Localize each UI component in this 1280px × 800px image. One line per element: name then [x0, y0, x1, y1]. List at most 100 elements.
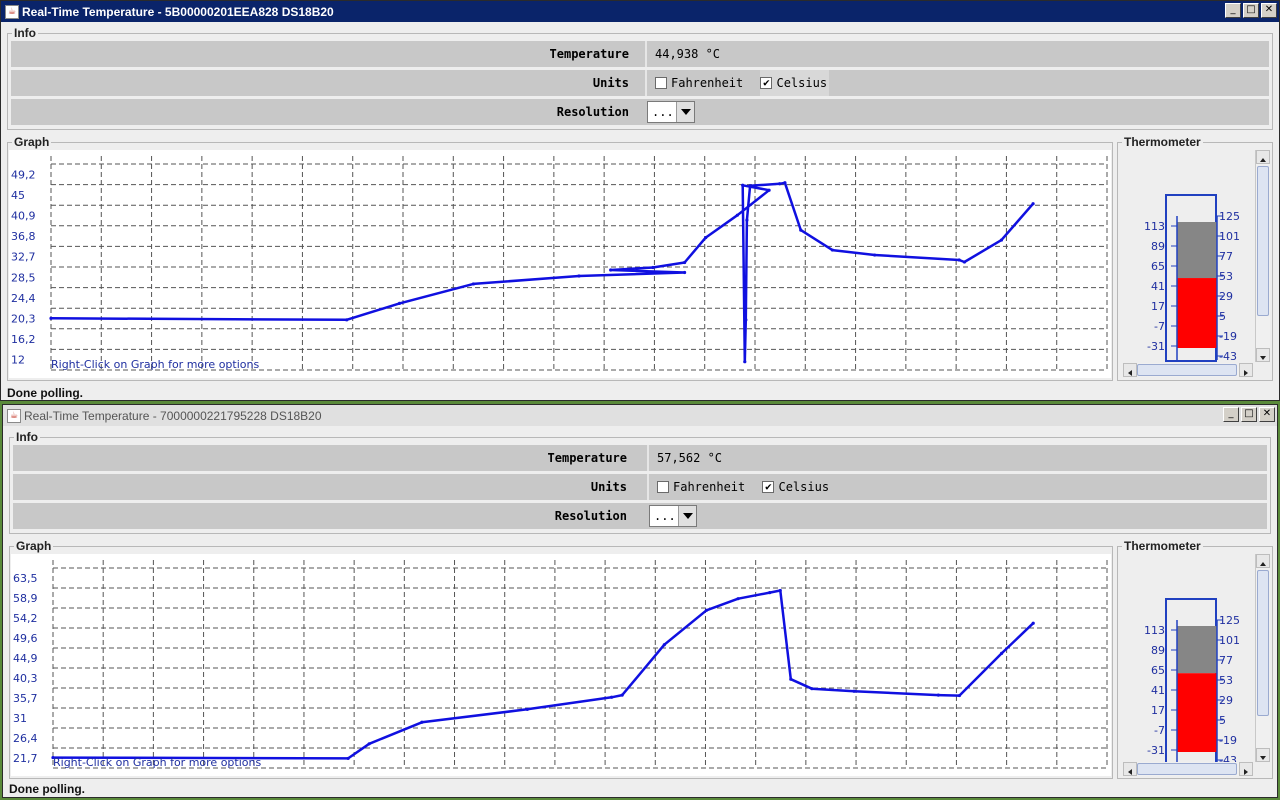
celsius-label: Celsius [776, 76, 828, 90]
thermometer-vscroll[interactable] [1255, 554, 1270, 762]
y-tick-label: 28,5 [11, 271, 36, 284]
thermo-left-tick: -31 [1147, 340, 1165, 353]
temperature-graph[interactable]: 63,5 58,9 54,2 49,6 44,9 40,3 35,7 31 26,4 21,7 Ri… [11, 554, 1111, 776]
temperature-row: Temperature 57,562 °C [13, 445, 1267, 471]
temperature-graph[interactable]: 49,2 45 40,9 36,8 32,7 28,5 24,4 20,3 16,2 12 Righ… [9, 150, 1111, 378]
thermo-right-tick: 29 [1219, 290, 1233, 303]
thermo-left-tick: 65 [1151, 260, 1165, 273]
y-tick-label: 20,3 [11, 313, 36, 326]
thermometer-graphic: 1251017753295-19-4311389654117-7-31-55 [1144, 598, 1240, 777]
resolution-label: Resolution [554, 509, 627, 523]
java-cup-icon: ☕ [5, 4, 19, 19]
y-tick-label: 49,2 [11, 168, 36, 181]
scroll-left-icon[interactable] [1123, 762, 1137, 776]
thermometer-hscroll[interactable] [1123, 762, 1253, 776]
temperature-label: Temperature [549, 47, 629, 61]
celsius-checkbox[interactable]: ✔ [760, 76, 773, 89]
thermometer-vscroll[interactable] [1255, 150, 1270, 362]
title-bar[interactable]: ☕ Real-Time Temperature - 5B00000201EEA8… [1, 1, 1279, 22]
data-point [799, 228, 803, 232]
dropdown-arrow-icon[interactable] [676, 102, 694, 122]
data-point [525, 707, 529, 711]
data-point [1000, 651, 1004, 655]
thermo-left-tick: 89 [1151, 240, 1165, 253]
graph-legend: Graph [16, 539, 52, 553]
graph-area[interactable]: 49,2 45 40,9 36,8 32,7 28,5 24,4 20,3 16,2 12 Righ… [9, 150, 1111, 378]
data-point [999, 238, 1004, 242]
graph-area[interactable]: 63,5 58,9 54,2 49,6 44,9 40,3 35,7 31 26,4 21,7 Ri… [11, 554, 1111, 776]
scroll-down-icon[interactable] [1256, 348, 1270, 362]
scroll-down-icon[interactable] [1256, 748, 1270, 762]
hscroll-thumb[interactable] [1137, 364, 1237, 376]
maximize-icon[interactable]: □ [1243, 3, 1259, 18]
data-point [397, 301, 402, 305]
thermo-right-tick: -43 [1219, 754, 1237, 762]
data-point [741, 183, 745, 187]
resolution-select[interactable]: ... [649, 505, 697, 527]
status-text: Done polling. [9, 782, 85, 796]
scroll-up-icon[interactable] [1256, 554, 1270, 568]
data-point [743, 360, 747, 364]
temperature-window-1: ☕ Real-Time Temperature - 5B00000201EEA8… [0, 0, 1280, 401]
data-point [651, 265, 655, 270]
temperature-series-line [52, 589, 1035, 760]
y-tick-label: 35,7 [13, 692, 38, 705]
data-point [957, 693, 962, 698]
close-icon[interactable]: ✕ [1259, 407, 1275, 422]
minimize-icon[interactable]: _ [1225, 3, 1241, 18]
fahrenheit-checkbox[interactable] [657, 480, 669, 493]
minimize-icon[interactable]: _ [1223, 407, 1239, 422]
data-point [1031, 202, 1035, 206]
thermo-right-tick: -19 [1219, 330, 1237, 343]
data-point [704, 608, 709, 612]
thermometer-graphic: 1251017753295-19-4311389654117-7-31-55 [1144, 194, 1240, 373]
vscroll-thumb[interactable] [1257, 570, 1269, 716]
resolution-select[interactable]: ... [647, 101, 695, 123]
thermometer-legend: Thermometer [1124, 135, 1201, 149]
data-point [962, 260, 967, 264]
thermometer-hscroll[interactable] [1123, 363, 1253, 377]
data-point [852, 689, 856, 693]
scroll-up-icon[interactable] [1256, 150, 1270, 164]
scroll-right-icon[interactable] [1239, 363, 1253, 377]
fahrenheit-checkbox[interactable] [655, 76, 667, 89]
y-tick-label: 40,9 [11, 210, 36, 223]
hscroll-thumb[interactable] [1137, 763, 1237, 775]
thermo-left-tick: -7 [1154, 724, 1165, 737]
thermo-left-tick: -7 [1154, 320, 1165, 333]
y-tick-label: 49,6 [13, 632, 38, 645]
data-point [778, 588, 782, 593]
vscroll-thumb[interactable] [1257, 166, 1269, 316]
data-point [830, 248, 835, 252]
data-point [748, 184, 752, 188]
maximize-icon[interactable]: □ [1241, 407, 1257, 422]
scroll-left-icon[interactable] [1123, 363, 1137, 377]
window-title: Real-Time Temperature - 7000000221795228… [24, 408, 322, 423]
thermo-right-tick: 5 [1219, 310, 1226, 323]
celsius-checkbox[interactable]: ✔ [762, 480, 775, 493]
resolution-label: Resolution [556, 105, 629, 119]
thermo-left-tick: 17 [1151, 704, 1165, 717]
y-tick-label: 45 [11, 189, 25, 202]
title-bar[interactable]: ☕ Real-Time Temperature - 70000002217952… [3, 405, 1277, 426]
fahrenheit-label: Fahrenheit [673, 480, 746, 494]
thermometer-legend: Thermometer [1124, 539, 1201, 553]
data-point [783, 181, 787, 185]
thermo-left-tick: -31 [1147, 744, 1165, 757]
close-icon[interactable]: ✕ [1261, 3, 1277, 18]
y-tick-label: 44,9 [13, 652, 38, 665]
fahrenheit-label: Fahrenheit [671, 76, 744, 90]
y-tick-label: 21,7 [13, 752, 38, 765]
graph-hint: Right-Click on Graph for more options [53, 756, 261, 769]
y-tick-label: 31 [13, 712, 27, 725]
thermo-right-tick: 101 [1219, 230, 1240, 243]
units-row: Units Fahrenheit ✔ Celsius [11, 70, 1269, 96]
dropdown-arrow-icon[interactable] [678, 506, 696, 526]
data-point [683, 260, 687, 265]
data-point [620, 693, 624, 697]
temperature-series-line [50, 181, 1035, 363]
units-options: Fahrenheit ✔ Celsius [645, 70, 1269, 96]
scroll-right-icon[interactable] [1239, 762, 1253, 776]
data-point [768, 591, 772, 595]
data-point [736, 597, 740, 601]
